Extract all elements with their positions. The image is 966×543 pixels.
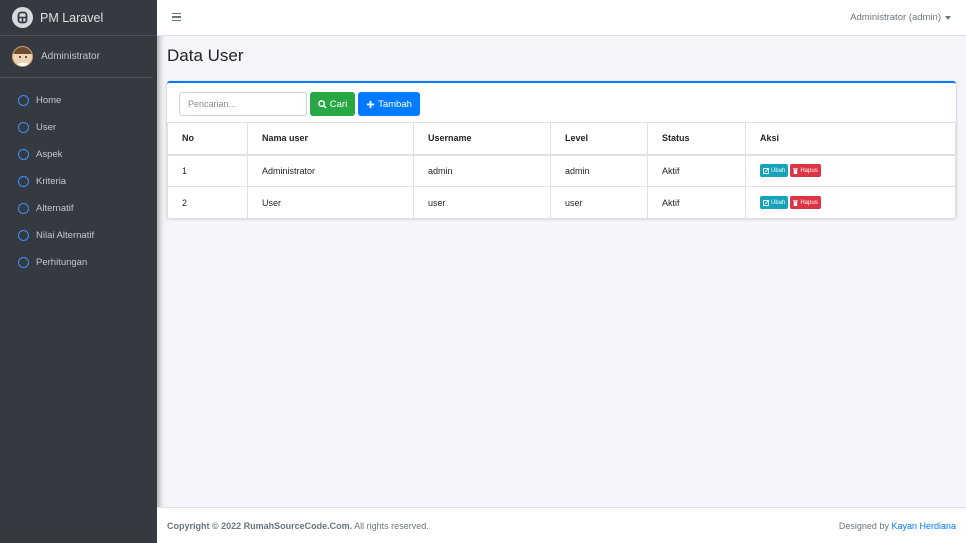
avatar [12,46,33,67]
sidebar-item-aspek[interactable]: Aspek [0,141,157,168]
cell-username: user [413,186,551,219]
designed-by-text: Designed by [838,521,892,531]
brand-link[interactable]: PM Laravel [0,0,157,36]
topbar: Administrator (admin) [157,0,966,36]
circle-outline-icon [18,95,29,106]
search-button[interactable]: Cari [310,92,355,116]
cell-nama-user: User [247,186,414,219]
brand-text: PM Laravel [40,10,104,25]
cell-level: admin [550,154,648,187]
sidebar-item-label: User [36,122,57,133]
page-title: Data User [167,46,244,65]
column-header-status: Status [647,122,746,156]
edit-icon [763,199,769,206]
circle-outline-icon [18,149,29,160]
cell-nama-user: Administrator [247,154,414,187]
sidebar-item-label: Kriteria [36,176,67,187]
column-header-nama-user: Nama user [247,122,414,156]
search-icon [317,99,327,109]
rights-text: All rights reserved. [352,521,429,531]
copyright-text: Copyright © 2022 RumahSourceCode.Com. [167,521,353,531]
circle-outline-icon [18,230,29,241]
sidebar-item-label: Nilai Alternatif [36,230,95,241]
plus-icon [366,100,375,108]
footer-copyright: Copyright © 2022 RumahSourceCode.Com. Al… [167,521,429,531]
circle-outline-icon [18,203,29,214]
search-button-label: Cari [329,98,348,110]
user-dropdown[interactable]: Administrator (admin) [850,12,951,23]
user-table-card: Cari Tambah No Nama user Username Level … [167,81,956,219]
sidebar-item-kriteria[interactable]: Kriteria [0,168,157,195]
add-button-label: Tambah [378,98,412,110]
sidebar-item-label: Alternatif [36,203,74,214]
brand-logo-icon [12,7,33,28]
footer-credit: Designed by Kayan Herdiana [839,521,956,531]
column-header-level: Level [550,122,648,156]
sidebar-item-home[interactable]: Home [0,87,157,114]
sidebar-item-label: Perhitungan [36,257,88,268]
cell-no: 2 [167,186,248,219]
sidebar-item-label: Home [36,95,62,106]
cell-no: 1 [167,154,248,187]
sidebar-item-perhitungan[interactable]: Perhitungan [0,249,157,276]
cell-aksi: Ubah Hapus [745,154,956,187]
cell-aksi: Ubah Hapus [745,186,956,219]
edit-button[interactable]: Ubah [760,196,789,209]
sidebar: PM Laravel Administrator Home User Aspek… [0,0,157,543]
circle-outline-icon [18,122,29,133]
footer: Copyright © 2022 RumahSourceCode.Com. Al… [157,507,966,543]
column-header-no: No [167,122,248,156]
cell-status: Aktif [647,186,746,219]
designer-link[interactable]: Kayan Herdiana [891,521,956,531]
user-panel[interactable]: Administrator [0,36,153,78]
sidebar-item-alternatif[interactable]: Alternatif [0,195,157,222]
delete-button[interactable]: Hapus [790,196,821,209]
table-row: 1 Administrator admin admin Aktif Ubah H… [167,154,956,187]
delete-button[interactable]: Hapus [790,164,821,178]
delete-button-label: Hapus [800,199,818,206]
sidebar-nav: Home User Aspek Kriteria Alternatif Nila… [0,78,157,276]
user-dropdown-label: Administrator (admin) [850,12,941,23]
trash-icon [793,199,799,206]
edit-button[interactable]: Ubah [760,164,789,178]
cell-username: admin [413,154,551,187]
caret-down-icon [945,15,951,20]
cell-status: Aktif [647,154,746,187]
hamburger-menu-icon[interactable] [172,13,181,22]
edit-button-label: Ubah [771,199,786,206]
trash-icon [793,168,799,174]
search-input[interactable] [179,92,307,116]
table-header-row: No Nama user Username Level Status Aksi [167,122,956,156]
edit-icon [763,167,769,174]
sidebar-item-nilai-alternatif[interactable]: Nilai Alternatif [0,222,157,249]
column-header-aksi: Aksi [745,122,956,156]
add-button[interactable]: Tambah [358,92,420,116]
circle-outline-icon [18,176,29,187]
table-row: 2 User user user Aktif Ubah Hapus [167,186,956,219]
edit-button-label: Ubah [771,167,786,174]
sidebar-item-label: Aspek [36,149,63,160]
column-header-username: Username [413,122,551,156]
circle-outline-icon [18,257,29,268]
sidebar-user-name: Administrator [41,51,100,62]
cell-level: user [550,186,648,219]
user-table: No Nama user Username Level Status Aksi … [167,122,956,219]
delete-button-label: Hapus [800,167,818,174]
sidebar-item-user[interactable]: User [0,114,157,141]
